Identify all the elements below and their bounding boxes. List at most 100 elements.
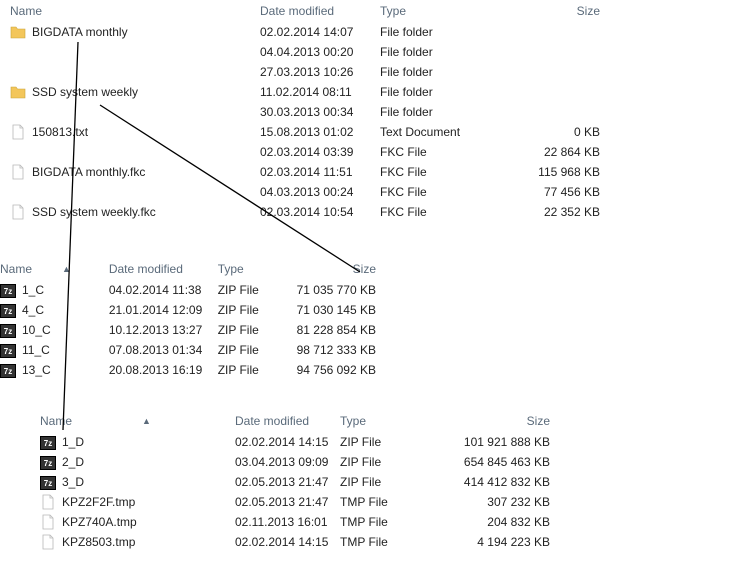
file-type: ZIP File [218,363,259,377]
file-date: 04.02.2014 11:38 [109,283,202,297]
file-type: File folder [380,25,433,39]
file-name: 150813.txt [32,125,88,139]
list-item[interactable]: KPZ740A.tmp02.11.2013 16:01TMP File204 8… [0,512,620,532]
col-header-date[interactable]: Date modified [260,4,380,18]
file-size: 22 864 KB [544,145,600,159]
file-size: 71 030 145 KB [297,303,376,317]
zip-icon: 7z [0,364,16,378]
file-name: KPZ2F2F.tmp [62,495,135,509]
col-header-type-label: Type [380,4,406,18]
zip-icon: 7z [40,476,56,490]
list-item[interactable]: 04.03.2013 00:24FKC File77 456 KB [0,182,731,202]
col-header-size[interactable]: Size [287,262,376,276]
list-item[interactable]: KPZ2F2F.tmp 02.05.2013 21:47 TMP File 307 2… [0,492,620,512]
blank-icon [10,184,26,200]
list-item[interactable]: 7z13_C20.08.2013 16:19ZIP File94 756 092… [0,360,376,380]
file-size: 77 456 KB [544,185,600,199]
col-header-name[interactable]: Name ▲ [0,262,109,276]
file-type: File folder [380,105,433,119]
file-size: 0 KB [574,125,600,139]
file-date: 21.01.2014 12:09 [109,303,202,317]
file-type: FKC File [380,165,427,179]
folder-icon [10,24,26,40]
file-name: 1_D [62,435,84,449]
list-item[interactable]: 30.03.2013 00:34File folder [0,102,731,122]
col-header-date-label: Date modified [109,262,183,276]
col-header-date[interactable]: Date modified [235,414,340,428]
file-icon [10,204,26,220]
col-header-size[interactable]: Size [440,414,550,428]
col-header-size[interactable]: Size [500,4,600,18]
col-header-name[interactable]: Name [0,4,260,18]
file-type: FKC File [380,145,427,159]
file-type: ZIP File [340,475,381,489]
list-item[interactable]: SSD system weekly.fkc02.03.2014 10:54FKC… [0,202,731,222]
list-item[interactable]: 7z1_C04.02.2014 11:38ZIP File71 035 770 … [0,280,376,300]
col-header-type[interactable]: Type [340,414,440,428]
file-name: KPZ8503.tmp [62,535,135,549]
file-type: ZIP File [340,435,381,449]
file-name: 1_C [22,283,44,297]
file-icon [40,494,56,510]
file-type: TMP File [340,495,388,509]
header-row[interactable]: Name ▲ Date modified Type Size [0,258,376,280]
file-type: File folder [380,85,433,99]
list-item[interactable]: 7z 11_C 07.08.2013 01:34 ZIP File 98 712 333… [0,340,376,360]
file-name: 11_C [22,343,50,357]
file-name: SSD system weekly [32,85,138,99]
col-header-name-label: Name [10,4,42,18]
list-item[interactable]: BIGDATA monthly02.02.2014 14:07File fold… [0,22,731,42]
file-size: 654 845 463 KB [464,455,550,469]
list-item[interactable]: 7z4_C21.01.2014 12:09ZIP File71 030 145 … [0,300,376,320]
file-size: 98 712 333 KB [297,343,376,357]
col-header-name-label: Name [0,262,32,276]
list-item[interactable]: 7z1_D02.02.2014 14:15ZIP File101 921 888… [0,432,620,452]
file-date: 04.03.2013 00:24 [260,185,353,199]
file-name: 3_D [62,475,84,489]
zip-icon: 7z [40,456,56,470]
file-icon [10,124,26,140]
col-header-name-label: Name [40,414,72,428]
file-date: 02.03.2014 10:54 [260,205,353,219]
list-item[interactable]: 02.03.2014 03:39FKC File22 864 KB [0,142,731,162]
col-header-date-label: Date modified [235,414,309,428]
col-header-type[interactable]: Type [380,4,500,18]
file-date: 07.08.2013 01:34 [109,343,202,357]
list-item[interactable]: 7z3_D02.05.2013 21:47ZIP File414 412 832… [0,472,620,492]
col-header-name[interactable]: Name▲ [0,414,235,428]
file-size: 307 232 KB [487,495,550,509]
file-date: 02.05.2013 21:47 [235,495,328,509]
file-type: File folder [380,45,433,59]
sort-asc-icon: ▲ [62,264,71,274]
file-name: BIGDATA monthly.fkc [32,165,145,179]
zip-icon: 7z [0,324,16,338]
list-item[interactable]: 04.04.2013 00:20File folder [0,42,731,62]
list-item[interactable]: KPZ8503.tmp02.02.2014 14:15TMP File4 194… [0,532,620,552]
col-header-type[interactable]: Type [218,262,287,276]
file-type: FKC File [380,205,427,219]
file-name: 13_C [22,363,51,377]
file-icon [10,164,26,180]
col-header-date[interactable]: Date modified [109,262,218,276]
col-header-type-label: Type [340,414,366,428]
file-type: ZIP File [218,343,259,357]
header-row[interactable]: Name▲ Date modified Type Size [0,410,620,432]
file-date: 03.04.2013 09:09 [235,455,328,469]
file-size: 414 412 832 KB [464,475,550,489]
file-date: 27.03.2013 10:26 [260,65,353,79]
list-item[interactable]: 7z2_D03.04.2013 09:09ZIP File654 845 463… [0,452,620,472]
list-item[interactable]: SSD system weekly11.02.2014 08:11File fo… [0,82,731,102]
file-type: Text Document [380,125,460,139]
list-item[interactable]: 7z10_C10.12.2013 13:27ZIP File81 228 854… [0,320,376,340]
file-date: 02.02.2014 14:15 [235,535,328,549]
zip-icon: 7z [0,344,16,358]
header-row[interactable]: Name Date modified Type Size [0,0,731,22]
file-size: 94 756 092 KB [297,363,376,377]
col-header-size-label: Size [577,4,600,18]
file-name: 4_C [22,303,44,317]
list-item[interactable]: 27.03.2013 10:26File folder [0,62,731,82]
folder-icon [10,84,26,100]
list-item[interactable]: BIGDATA monthly.fkc02.03.2014 11:51FKC F… [0,162,731,182]
list-item[interactable]: 150813.txt15.08.2013 01:02Text Document0… [0,122,731,142]
file-type: ZIP File [218,303,259,317]
